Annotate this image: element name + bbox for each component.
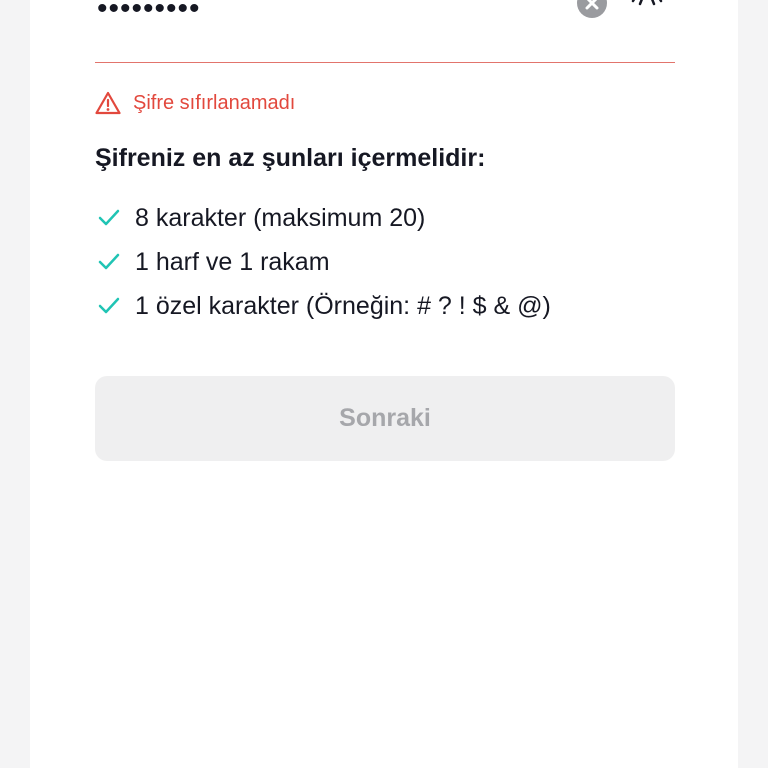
requirement-label: 1 harf ve 1 rakam — [135, 247, 330, 276]
requirement-label: 1 özel karakter (Örneğin: # ? ! $ & @) — [135, 291, 551, 320]
password-input[interactable]: ••••••••• — [97, 0, 201, 24]
requirement-label: 8 karakter (maksimum 20) — [135, 203, 426, 232]
error-text: Şifre sıfırlanamadı — [133, 91, 296, 114]
password-field-row: ••••••••• — [95, 0, 675, 63]
check-icon — [98, 297, 120, 314]
requirement-item: 8 karakter (maksimum 20) — [95, 196, 551, 240]
next-button[interactable]: Sonraki — [95, 376, 675, 461]
requirement-item: 1 özel karakter (Örneğin: # ? ! $ & @) — [95, 284, 551, 328]
warning-icon — [95, 91, 121, 115]
eye-closed-icon[interactable] — [629, 0, 665, 18]
check-icon — [98, 209, 120, 226]
requirements-title: Şifreniz en az şunları içermelidir: — [95, 144, 486, 172]
requirement-item: 1 harf ve 1 rakam — [95, 240, 551, 284]
requirements-list: 8 karakter (maksimum 20) 1 harf ve 1 rak… — [95, 196, 551, 328]
error-message-row: Şifre sıfırlanamadı — [95, 88, 295, 118]
clear-circle-icon[interactable] — [577, 0, 607, 18]
check-icon — [98, 253, 120, 270]
